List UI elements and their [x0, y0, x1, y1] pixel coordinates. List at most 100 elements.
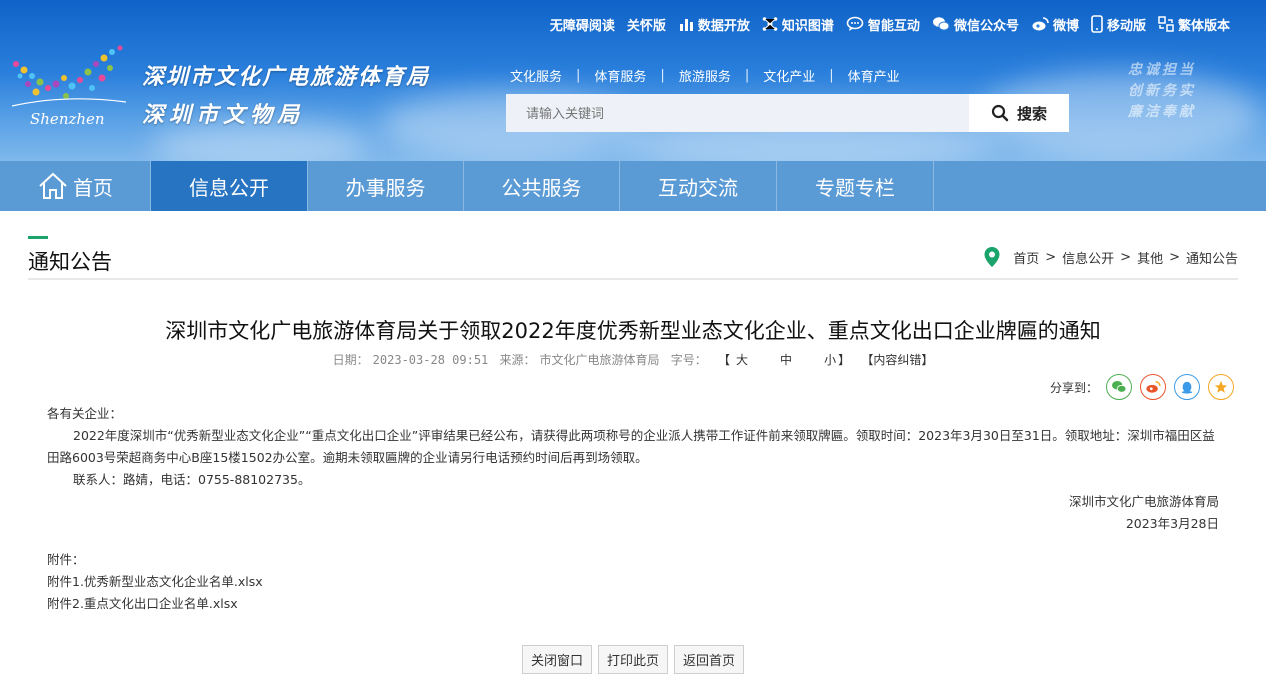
nav-label: 办事服务 — [345, 175, 426, 200]
nav-label: 公共服务 — [501, 175, 582, 200]
traditional-chinese-link[interactable]: 繁体版本 — [1158, 15, 1230, 34]
content-correction-link[interactable]: 【内容纠错】 — [861, 353, 933, 367]
weibo-link[interactable]: 微博 — [1031, 15, 1079, 34]
nav-label: 专题专栏 — [815, 175, 895, 200]
main-nav: 首页 信息公开 办事服务 公共服务 互动交流 专题专栏 — [0, 161, 1266, 211]
link-label: 无障碍阅读 — [549, 18, 615, 34]
wechat-official-link[interactable]: 微信公众号 — [932, 15, 1019, 34]
traditional-icon — [1158, 16, 1174, 32]
attachment-link-2[interactable]: 附件2.重点文化出口企业名单.xlsx — [47, 593, 238, 615]
category-sports-industry[interactable]: 体育产业 — [848, 66, 900, 85]
breadcrumb-info-disclosure[interactable]: 信息公开 — [1062, 248, 1114, 267]
bar-chart-icon — [679, 19, 693, 31]
nav-label: 信息公开 — [189, 175, 269, 200]
mobile-version-link[interactable]: 移动版 — [1091, 15, 1146, 34]
slogan: 忠诚担当 创新务实 廉洁奉献 — [1128, 60, 1196, 123]
font-size-small[interactable]: 小 — [824, 353, 836, 367]
home-icon — [39, 172, 67, 199]
search-button[interactable]: 搜索 — [969, 94, 1069, 132]
nav-separator: | — [744, 68, 750, 83]
link-label: 移动版 — [1106, 18, 1146, 34]
breadcrumb: 首页 > 信息公开 > 其他 > 通知公告 — [983, 246, 1238, 268]
slogan-line: 忠诚担当 — [1128, 62, 1196, 78]
source-label: 来源： — [499, 353, 536, 367]
breadcrumb-notices[interactable]: 通知公告 — [1186, 248, 1238, 267]
bureau-name-line2: 深圳市文物局 — [142, 102, 305, 128]
star-icon — [1214, 380, 1228, 393]
print-page-button[interactable]: 打印此页 — [597, 645, 668, 674]
nav-special-topics[interactable]: 专题专栏 — [777, 161, 934, 211]
open-data-link[interactable]: 数据开放 — [678, 15, 750, 34]
section-header: 通知公告 首页 > 信息公开 > 其他 > 通知公告 — [28, 236, 1238, 280]
share-label: 分享到： — [1049, 380, 1098, 395]
font-size-large[interactable]: 大 — [736, 353, 748, 367]
close-window-button[interactable]: 关闭窗口 — [521, 645, 592, 674]
shenzhen-logo[interactable]: Shenzhen — [6, 44, 134, 148]
nav-separator: | — [576, 68, 581, 83]
location-pin-icon — [984, 247, 1000, 267]
attachment-link-1[interactable]: 附件1.优秀新型业态文化企业名单.xlsx — [47, 571, 263, 593]
nav-label: 互动交流 — [658, 175, 738, 200]
breadcrumb-other[interactable]: 其他 — [1137, 248, 1163, 267]
section-accent-bar — [28, 236, 48, 239]
article-date: 2023-03-28 09:51 — [372, 353, 489, 367]
weibo-icon — [1146, 381, 1161, 393]
nav-public-services[interactable]: 公共服务 — [464, 161, 620, 211]
category-culture-industry[interactable]: 文化产业 — [763, 66, 815, 85]
link-label: 关怀版 — [626, 18, 666, 34]
article-contact: 联系人：路婧，电话：0755-88102735。 — [73, 472, 311, 487]
back-home-button[interactable]: 返回首页 — [674, 645, 745, 674]
article-greeting: 各有关企业： — [47, 406, 123, 421]
nav-interaction[interactable]: 互动交流 — [620, 161, 777, 211]
breadcrumb-home[interactable]: 首页 — [1013, 248, 1039, 267]
link-label: 智能互动 — [867, 18, 920, 34]
accessible-reading-link[interactable]: 无障碍阅读 — [550, 15, 615, 34]
article-source: 市文化广电旅游体育局 — [539, 353, 660, 367]
link-label: 数据开放 — [697, 18, 750, 34]
nav-label: 首页 — [73, 175, 113, 200]
nav-services[interactable]: 办事服务 — [308, 161, 464, 211]
share-favorite-button[interactable] — [1208, 374, 1234, 400]
breadcrumb-separator: > — [1045, 249, 1057, 265]
network-icon — [762, 17, 778, 31]
logo-wordmark: Shenzhen — [30, 110, 105, 128]
top-utility-links: 无障碍阅读 关怀版 数据开放 知识图谱 智能互动 微信公众号 微博 移动版 繁体 — [550, 14, 1230, 34]
chat-bubble-icon — [846, 16, 864, 31]
breadcrumb-separator: > — [1169, 249, 1180, 265]
date-label: 日期： — [332, 353, 369, 367]
font-size-label: 字号： — [670, 353, 707, 367]
search-input[interactable] — [506, 94, 969, 132]
bureau-name-line1: 深圳市文化广电旅游体育局 — [142, 64, 431, 90]
smart-interaction-link[interactable]: 智能互动 — [846, 15, 920, 34]
slogan-line: 创新务实 — [1128, 83, 1196, 99]
nav-separator: | — [660, 68, 665, 83]
share-wechat-button[interactable] — [1106, 374, 1132, 400]
mobile-icon — [1091, 15, 1103, 33]
search-button-label: 搜索 — [1016, 104, 1047, 123]
nav-separator: | — [829, 68, 834, 83]
article-meta: 日期： 2023-03-28 09:51 来源： 市文化广电旅游体育局 字号： 【大… — [0, 351, 1266, 368]
category-sports-services[interactable]: 体育服务 — [594, 66, 646, 85]
knowledge-graph-link[interactable]: 知识图谱 — [762, 15, 834, 34]
category-culture-services[interactable]: 文化服务 — [510, 66, 562, 85]
signature-date: 2023年3月28日 — [1125, 516, 1219, 531]
category-tourism-services[interactable]: 旅游服务 — [679, 66, 731, 85]
share-bar: 分享到： — [1050, 374, 1234, 400]
wechat-icon — [1112, 381, 1127, 393]
share-weibo-button[interactable] — [1140, 374, 1166, 400]
nav-home[interactable]: 首页 — [0, 161, 151, 211]
attachments-title: 附件： — [47, 552, 85, 567]
font-size-medium[interactable]: 中 — [780, 353, 792, 367]
section-title: 通知公告 — [28, 250, 112, 274]
bracket: 【 — [718, 353, 731, 367]
share-qq-button[interactable] — [1174, 374, 1200, 400]
signature-org: 深圳市文化广电旅游体育局 — [1068, 494, 1219, 509]
bureau-name: 深圳市文化广电旅游体育局 深圳市文物局 — [142, 58, 430, 134]
nav-info-disclosure[interactable]: 信息公开 — [151, 161, 308, 211]
article-paragraph: 2022年度深圳市“优秀新型业态文化企业”“重点文化出口企业”评审结果已经公布，… — [47, 428, 1215, 465]
weibo-icon — [1032, 17, 1049, 31]
header-banner: 无障碍阅读 关怀版 数据开放 知识图谱 智能互动 微信公众号 微博 移动版 繁体 — [0, 0, 1266, 161]
bracket: 】 — [838, 353, 851, 367]
care-version-link[interactable]: 关怀版 — [627, 15, 666, 34]
breadcrumb-separator: > — [1120, 249, 1132, 265]
